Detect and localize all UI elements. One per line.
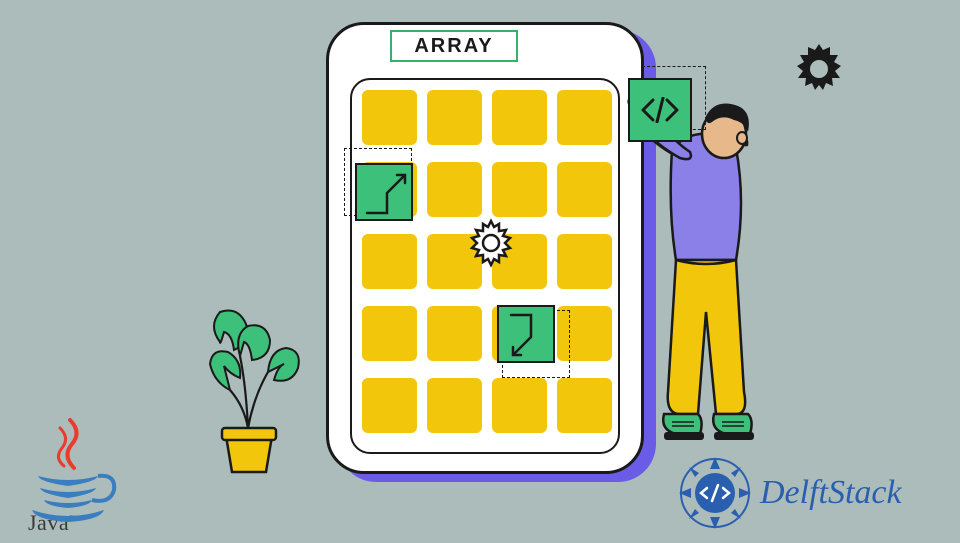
- resize-overlay: [344, 148, 412, 216]
- code-tag-box: [628, 78, 692, 142]
- grid-cell: [427, 90, 482, 145]
- resize-box: [497, 305, 555, 363]
- delftstack-wordmark: DelftStack: [760, 474, 902, 512]
- grid-cell: [427, 306, 482, 361]
- resize-box: [355, 163, 413, 221]
- gear-icon: [790, 40, 848, 98]
- array-label-text: ARRAY: [414, 35, 493, 58]
- array-label: ARRAY: [390, 30, 518, 62]
- expand-icon: [357, 165, 415, 223]
- delftstack-logo: DelftStack: [676, 454, 902, 532]
- gear-icon: [466, 218, 516, 268]
- java-logo: [18, 418, 138, 538]
- shrink-icon: [499, 307, 557, 365]
- grid-cell: [362, 306, 417, 361]
- grid-cell: [557, 234, 612, 289]
- delftstack-badge-icon: [676, 454, 754, 532]
- grid-cell: [492, 90, 547, 145]
- grid-cell: [427, 162, 482, 217]
- grid-cell: [557, 162, 612, 217]
- person-illustration: [620, 92, 820, 472]
- grid-cell: [492, 162, 547, 217]
- grid-cell: [362, 90, 417, 145]
- grid-cell: [427, 378, 482, 433]
- grid-cell: [557, 378, 612, 433]
- resize-overlay: [502, 310, 570, 378]
- grid-cell: [557, 90, 612, 145]
- code-icon: [639, 97, 681, 123]
- illustration-canvas: ARRAY: [0, 0, 960, 540]
- grid-cell: [492, 378, 547, 433]
- plant-illustration: [190, 286, 310, 476]
- grid-cell: [362, 378, 417, 433]
- grid-cell: [362, 234, 417, 289]
